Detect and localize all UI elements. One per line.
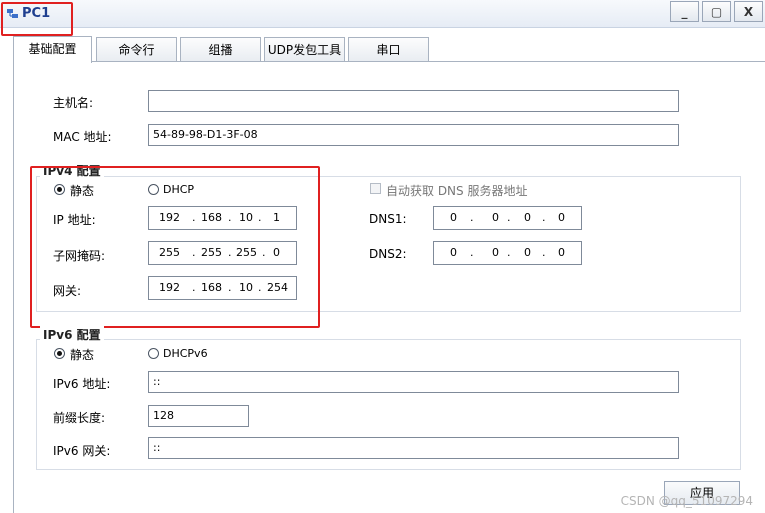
dns1-octet: 0 — [492, 211, 499, 224]
tab-basic-config[interactable]: 基础配置 — [13, 36, 92, 63]
tab-multicast[interactable]: 组播 — [180, 37, 261, 62]
minimize-button[interactable]: _ — [670, 1, 699, 22]
ipv6-dhcp-radio[interactable] — [148, 348, 159, 359]
ipv6-dhcp-label: DHCPv6 — [163, 347, 208, 360]
dns1-octet: 0 — [524, 211, 531, 224]
close-button[interactable]: X — [734, 1, 763, 22]
dns2-octet: 0 — [558, 246, 565, 259]
ipv6-legend: IPv6 配置 — [40, 326, 104, 343]
ipv6-static-radio[interactable] — [54, 348, 65, 359]
dns2-octet: 0 — [492, 246, 499, 259]
ipv6-static-label: 静态 — [70, 348, 95, 362]
dns2-input[interactable]: 0 . 0 . 0 . 0 — [433, 241, 582, 265]
dns1-octet: 0 — [450, 211, 457, 224]
ipv6-address-input[interactable]: :: — [148, 371, 679, 393]
ipv6-gateway-label: IPv6 网关: — [53, 444, 111, 458]
ipv4-highlight-annotation — [30, 166, 320, 328]
maximize-button[interactable]: ▢ — [702, 1, 731, 22]
hostname-label: 主机名: — [53, 96, 94, 110]
mac-input[interactable]: 54-89-98-D1-3F-08 — [148, 124, 679, 146]
ipv6-gateway-input[interactable]: :: — [148, 437, 679, 459]
prefix-length-input[interactable]: 128 — [148, 405, 249, 427]
dns1-input[interactable]: 0 . 0 . 0 . 0 — [433, 206, 582, 230]
prefix-length-label: 前缀长度: — [53, 411, 106, 425]
dns2-octet: 0 — [450, 246, 457, 259]
watermark: CSDN @qq_51097294 — [620, 494, 753, 508]
title-highlight-annotation — [1, 2, 73, 36]
hostname-input[interactable] — [148, 90, 679, 112]
auto-dns-label: 自动获取 DNS 服务器地址 — [386, 184, 528, 198]
dns2-label: DNS2: — [369, 247, 407, 261]
dns1-octet: 0 — [558, 211, 565, 224]
dns2-octet: 0 — [524, 246, 531, 259]
ipv6-address-label: IPv6 地址: — [53, 377, 111, 391]
dns1-label: DNS1: — [369, 212, 407, 226]
auto-dns-checkbox[interactable] — [370, 183, 381, 194]
tab-command-line[interactable]: 命令行 — [96, 37, 177, 62]
mac-label: MAC 地址: — [53, 130, 112, 144]
tab-serial-port[interactable]: 串口 — [348, 37, 429, 62]
tab-udp-tool[interactable]: UDP发包工具 — [264, 37, 345, 62]
title-bar: PC1 _ ▢ X — [0, 0, 765, 28]
